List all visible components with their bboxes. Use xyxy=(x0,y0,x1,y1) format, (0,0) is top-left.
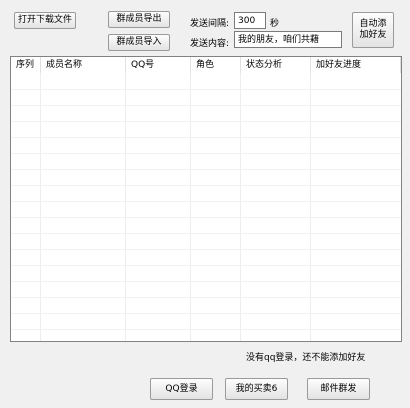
qq-login-button[interactable]: QQ登录 xyxy=(150,378,213,400)
status-message: 没有qq登录，还不能添加好友 xyxy=(246,353,366,363)
grid-row-line xyxy=(11,313,401,314)
grid-row-line xyxy=(11,137,401,138)
mail-broadcast-button[interactable]: 邮件群发 xyxy=(307,378,370,400)
content-label: 发送内容: xyxy=(190,39,230,49)
grid-row-line xyxy=(11,169,401,170)
export-members-button[interactable]: 群成员导出 xyxy=(108,11,170,28)
grid-row-line xyxy=(11,249,401,250)
grid-column-line xyxy=(310,73,311,341)
column-header[interactable]: QQ号 xyxy=(126,57,191,73)
grid-row-line xyxy=(11,329,401,330)
open-download-file-button[interactable]: 打开下载文件 xyxy=(14,12,76,29)
column-header[interactable]: 成员名称 xyxy=(41,57,126,73)
auto-add-line-2: 加好友 xyxy=(359,30,387,40)
grid-column-line xyxy=(190,73,191,341)
grid-row-line xyxy=(11,201,401,202)
table-header: 序列 成员名称 QQ号 角色 状态分析 加好友进度 xyxy=(11,57,401,73)
import-members-button[interactable]: 群成员导入 xyxy=(108,34,170,51)
grid-row-line xyxy=(11,89,401,90)
grid-row-line xyxy=(11,297,401,298)
grid-row-line xyxy=(11,265,401,266)
grid-row-line xyxy=(11,217,401,218)
interval-label: 发送间隔: xyxy=(190,19,230,29)
column-header[interactable]: 加好友进度 xyxy=(311,57,401,73)
content-input[interactable]: 我的朋友，咱们共藉 xyxy=(234,31,342,48)
grid-row-line xyxy=(11,153,401,154)
grid-row-line xyxy=(11,233,401,234)
grid-column-line xyxy=(240,73,241,341)
grid-column-line xyxy=(40,73,41,341)
grid-row-line xyxy=(11,121,401,122)
my-buy-button[interactable]: 我的买卖6 xyxy=(225,378,288,400)
column-header[interactable]: 序列 xyxy=(11,57,41,73)
grid-row-line xyxy=(11,185,401,186)
interval-input[interactable]: 300 xyxy=(234,12,266,29)
auto-add-line-1: 自动添 xyxy=(359,19,387,29)
grid-row-line xyxy=(11,105,401,106)
members-table[interactable]: 序列 成员名称 QQ号 角色 状态分析 加好友进度 xyxy=(10,56,402,342)
auto-add-friends-button[interactable]: 自动添 加好友 xyxy=(352,12,394,48)
grid-column-line xyxy=(125,73,126,341)
column-header[interactable]: 状态分析 xyxy=(241,57,311,73)
column-header[interactable]: 角色 xyxy=(191,57,241,73)
grid-row-line xyxy=(11,281,401,282)
interval-unit-label: 秒 xyxy=(270,19,280,29)
